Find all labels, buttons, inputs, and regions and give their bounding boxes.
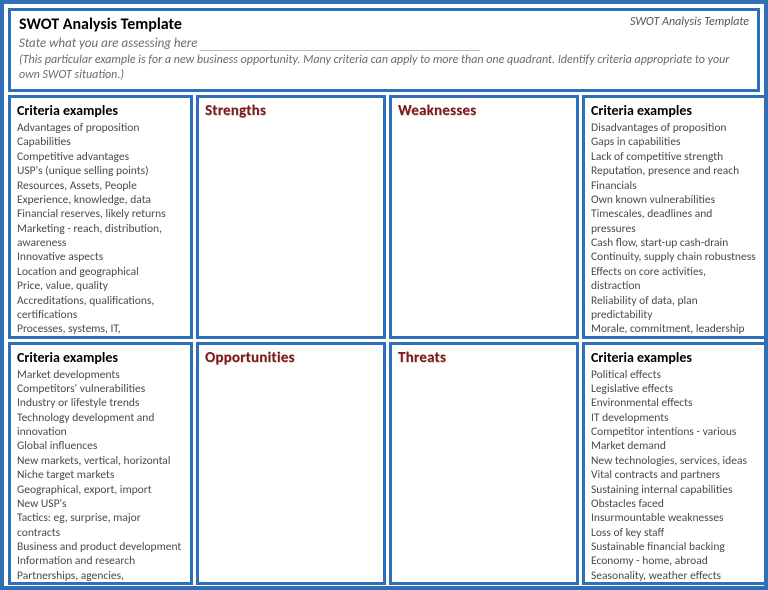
- criteria-strengths-list: Advantages of propositionCapabilitiesCom…: [17, 121, 184, 339]
- list-item: IT developments: [591, 411, 758, 425]
- list-item: Reliability of data, plan predictability: [591, 294, 758, 323]
- list-item: Insurmountable weaknesses: [591, 511, 758, 525]
- list-item: Niche target markets: [17, 468, 184, 482]
- list-item: Capabilities: [17, 135, 184, 149]
- list-item: Business and product development: [17, 540, 184, 554]
- list-item: Environmental effects: [591, 396, 758, 410]
- criteria-weaknesses-cell: Criteria examples Disadvantages of propo…: [582, 95, 767, 339]
- list-item: Financials: [591, 179, 758, 193]
- list-item: Disadvantages of proposition: [591, 121, 758, 135]
- list-item: Sustaining internal capabilities: [591, 483, 758, 497]
- list-item: Own known vulnerabilities: [591, 193, 758, 207]
- criteria-threats-cell: Criteria examples Political effectsLegis…: [582, 342, 767, 586]
- list-item: Accreditations, qualifications, certific…: [17, 294, 184, 323]
- list-item: Processes, systems, IT, communications: [17, 322, 184, 338]
- criteria-strengths-cell: Criteria examples Advantages of proposit…: [8, 95, 193, 339]
- list-item: USP's (unique selling points): [17, 164, 184, 178]
- strengths-heading: Strengths: [205, 102, 377, 120]
- list-item: Obstacles faced: [591, 497, 758, 511]
- list-item: Sustainable financial backing: [591, 540, 758, 554]
- list-item: Competitor intentions - various: [591, 425, 758, 439]
- instruction-blank-line[interactable]: [200, 50, 480, 51]
- swot-template: SWOT Analysis Template SWOT Analysis Tem…: [0, 0, 768, 590]
- instruction-text: State what you are assessing here: [19, 36, 197, 51]
- criteria-opportunities-cell: Criteria examples Market developmentsCom…: [8, 342, 193, 586]
- list-item: New USP's: [17, 497, 184, 511]
- list-item: Morale, commitment, leadership: [591, 322, 758, 336]
- list-item: Loss of key staff: [591, 526, 758, 540]
- list-item: Partnerships, agencies,: [17, 569, 184, 583]
- list-item: Economy - home, abroad: [591, 554, 758, 568]
- list-item: Political effects: [591, 368, 758, 382]
- threats-heading: Threats: [398, 349, 570, 367]
- list-item: Innovative aspects: [17, 250, 184, 264]
- list-item: Information and research: [17, 554, 184, 568]
- strengths-cell[interactable]: Strengths: [196, 95, 386, 339]
- criteria-title: Criteria examples: [591, 349, 758, 366]
- list-item: Accreditations etc: [591, 337, 758, 339]
- list-item: Cash flow, start-up cash-drain: [591, 236, 758, 250]
- header-note: (This particular example is for a new bu…: [19, 53, 749, 83]
- list-item: Reputation, presence and reach: [591, 164, 758, 178]
- criteria-title: Criteria examples: [17, 349, 184, 366]
- list-item: Gaps in capabilities: [591, 135, 758, 149]
- list-item: Financial reserves, likely returns: [17, 207, 184, 221]
- list-item: Vital contracts and partners: [591, 468, 758, 482]
- criteria-opportunities-list: Market developmentsCompetitors' vulnerab…: [17, 368, 184, 584]
- list-item: Continuity, supply chain robustness: [591, 250, 758, 264]
- threats-cell[interactable]: Threats: [389, 342, 579, 586]
- list-item: Lack of competitive strength: [591, 150, 758, 164]
- list-item: Tactics: eg, surprise, major contracts: [17, 511, 184, 540]
- list-item: New technologies, services, ideas: [591, 454, 758, 468]
- list-item: Seasonality, weather effects: [591, 569, 758, 583]
- list-item: Industry or lifestyle trends: [17, 396, 184, 410]
- list-item: Competitive advantages: [17, 150, 184, 164]
- opportunities-heading: Opportunities: [205, 349, 377, 367]
- assessment-instruction: State what you are assessing here: [19, 36, 749, 51]
- weaknesses-cell[interactable]: Weaknesses: [389, 95, 579, 339]
- list-item: Effects on core activities, distraction: [591, 265, 758, 294]
- list-item: Price, value, quality: [17, 279, 184, 293]
- list-item: Geographical, export, import: [17, 483, 184, 497]
- list-item: Market demand: [591, 439, 758, 453]
- opportunities-cell[interactable]: Opportunities: [196, 342, 386, 586]
- list-item: Legislative effects: [591, 382, 758, 396]
- list-item: Marketing - reach, distribution, awarene…: [17, 222, 184, 251]
- criteria-weaknesses-list: Disadvantages of propositionGaps in capa…: [591, 121, 758, 339]
- list-item: Technology development and innovation: [17, 411, 184, 440]
- list-item: Competitors' vulnerabilities: [17, 382, 184, 396]
- list-item: Resources, Assets, People: [17, 179, 184, 193]
- weaknesses-heading: Weaknesses: [398, 102, 570, 120]
- swot-grid: Criteria examples Advantages of proposit…: [8, 95, 760, 585]
- criteria-title: Criteria examples: [591, 102, 758, 119]
- list-item: Experience, knowledge, data: [17, 193, 184, 207]
- list-item: Advantages of proposition: [17, 121, 184, 135]
- header-tag: SWOT Analysis Template: [630, 15, 749, 29]
- header-box: SWOT Analysis Template SWOT Analysis Tem…: [8, 8, 760, 92]
- list-item: Global influences: [17, 439, 184, 453]
- list-item: Timescales, deadlines and pressures: [591, 207, 758, 236]
- criteria-threats-list: Political effectsLegislative effectsEnvi…: [591, 368, 758, 584]
- list-item: Location and geographical: [17, 265, 184, 279]
- list-item: New markets, vertical, horizontal: [17, 454, 184, 468]
- criteria-title: Criteria examples: [17, 102, 184, 119]
- list-item: Market developments: [17, 368, 184, 382]
